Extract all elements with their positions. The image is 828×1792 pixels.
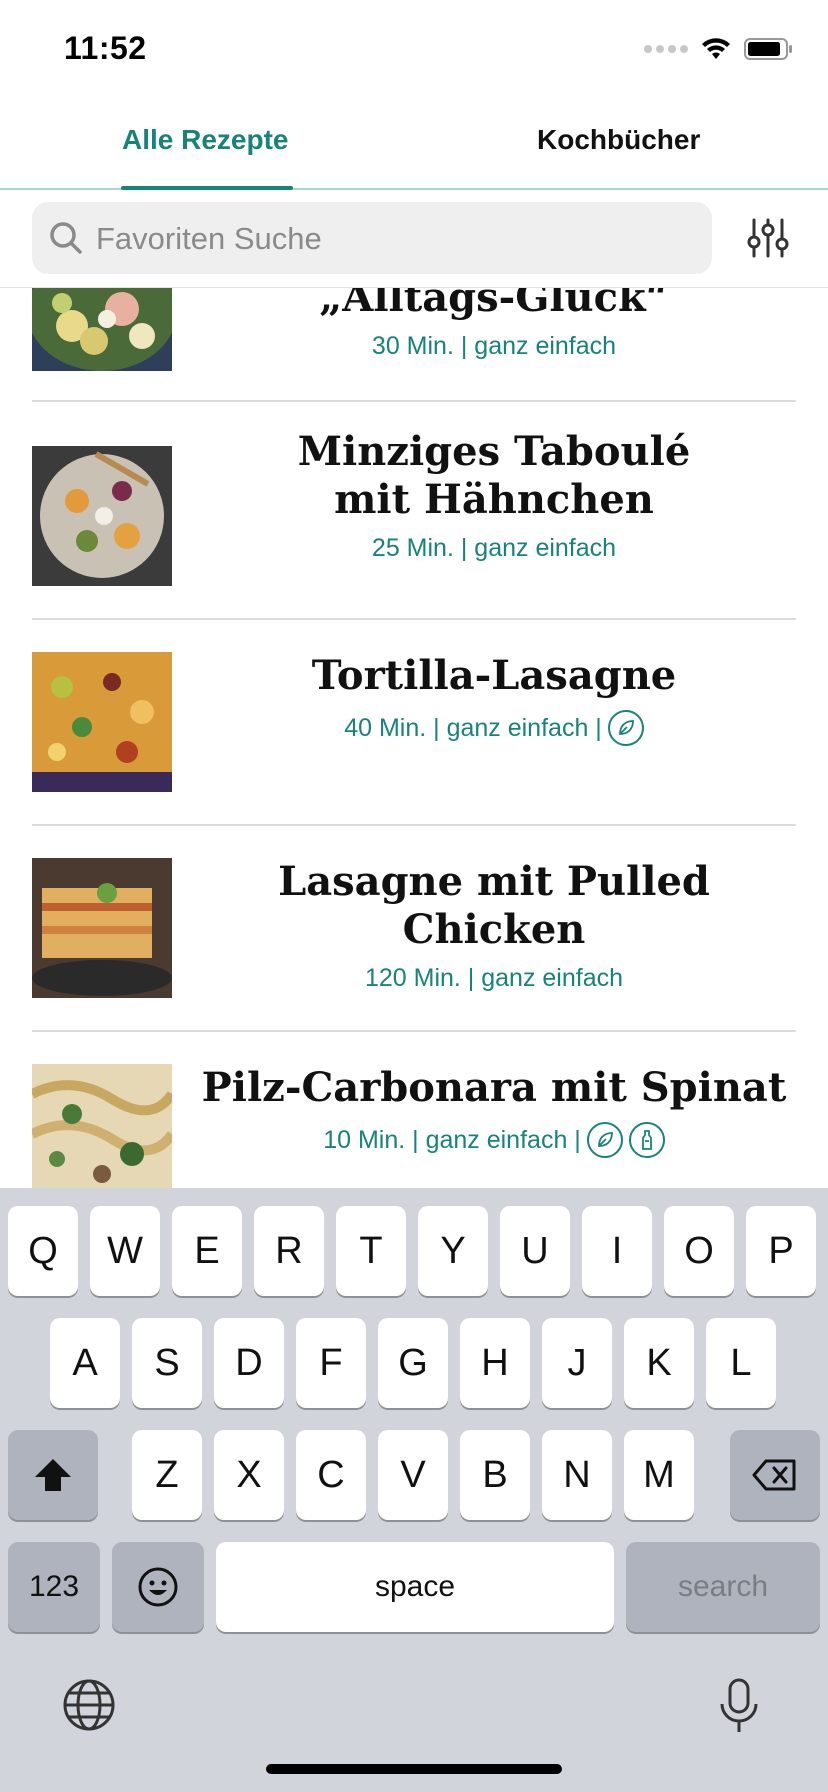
recipe-item[interactable]: Tortilla-Lasagne 40 Min. | ganz einfach … [32, 620, 796, 826]
recipe-meta-text: 10 Min. | ganz einfach | [323, 1125, 581, 1154]
space-key[interactable]: space [216, 1542, 614, 1632]
recipe-meta-text: 40 Min. | ganz einfach | [344, 713, 602, 742]
key-m[interactable]: M [624, 1430, 694, 1520]
recipe-image [32, 652, 172, 792]
key-r[interactable]: R [254, 1206, 324, 1296]
leaf-icon [586, 1122, 623, 1158]
battery-icon [744, 38, 792, 60]
key-i[interactable]: I [582, 1206, 652, 1296]
tab-bar: Alle Rezepte Kochbücher [0, 100, 828, 190]
recipe-item[interactable]: Minziges Taboulé mit Hähnchen 25 Min. | … [32, 414, 796, 620]
bottle-icon [628, 1122, 665, 1158]
key-p[interactable]: P [746, 1206, 816, 1296]
key-y[interactable]: Y [418, 1206, 488, 1296]
key-c[interactable]: C [296, 1430, 366, 1520]
key-b[interactable]: B [460, 1430, 530, 1520]
key-u[interactable]: U [500, 1206, 570, 1296]
recipe-meta: 30 Min. | ganz einfach [372, 332, 616, 361]
globe-icon[interactable] [62, 1678, 116, 1732]
recipe-meta: 10 Min. | ganz einfach | [323, 1122, 665, 1158]
key-e[interactable]: E [172, 1206, 242, 1296]
tab-all-recipes[interactable]: Alle Rezepte [122, 124, 289, 156]
leaf-icon [607, 710, 644, 746]
recipe-meta: 25 Min. | ganz einfach [372, 534, 616, 563]
home-indicator [266, 1764, 562, 1774]
recipe-item[interactable]: „Alltags-Glück“ 30 Min. | ganz einfach [32, 288, 796, 402]
status-bar: 11:52 [0, 0, 828, 100]
microphone-icon[interactable] [714, 1676, 764, 1736]
key-k[interactable]: K [624, 1318, 694, 1408]
search-row: Favoriten Suche [0, 190, 828, 288]
filter-icon[interactable] [744, 214, 792, 262]
search-placeholder: Favoriten Suche [96, 221, 322, 256]
status-indicators [644, 34, 794, 64]
recipe-meta: 120 Min. | ganz einfach [365, 964, 623, 993]
key-l[interactable]: L [706, 1318, 776, 1408]
recipe-title: „Alltags-Glück“ [319, 288, 669, 321]
emoji-key[interactable] [112, 1542, 204, 1632]
recipe-image [32, 288, 172, 371]
status-time: 11:52 [64, 30, 147, 66]
key-q[interactable]: Q [8, 1206, 78, 1296]
key-a[interactable]: A [50, 1318, 120, 1408]
recipe-title: Tortilla-Lasagne [311, 652, 677, 699]
keyboard: QWERTYUIOP ASDFGHJKL ZXCVBNM 123 space s… [0, 1188, 828, 1792]
search-input[interactable]: Favoriten Suche [32, 202, 712, 274]
key-n[interactable]: N [542, 1430, 612, 1520]
recipe-meta: 40 Min. | ganz einfach | [344, 710, 644, 746]
recipe-image [32, 1064, 172, 1188]
key-j[interactable]: J [542, 1318, 612, 1408]
recipe-item[interactable]: Pilz-Carbonara mit Spinat 10 Min. | ganz… [32, 1032, 796, 1188]
recipe-image [32, 858, 172, 998]
cellular-signal-icon [644, 45, 688, 53]
numbers-key[interactable]: 123 [8, 1542, 100, 1632]
key-o[interactable]: O [664, 1206, 734, 1296]
key-s[interactable]: S [132, 1318, 202, 1408]
tab-cookbooks[interactable]: Kochbücher [537, 124, 700, 156]
key-v[interactable]: V [378, 1430, 448, 1520]
key-d[interactable]: D [214, 1318, 284, 1408]
shift-key[interactable] [8, 1430, 98, 1520]
search-key[interactable]: search [626, 1542, 820, 1632]
recipe-title: Minziges Taboulé mit Hähnchen [297, 428, 691, 523]
recipe-meta-text: 25 Min. | ganz einfach [371, 534, 617, 562]
key-z[interactable]: Z [132, 1430, 202, 1520]
recipe-title: Lasagne mit Pulled Chicken [278, 858, 710, 953]
key-f[interactable]: F [296, 1318, 366, 1408]
recipe-item[interactable]: Lasagne mit Pulled Chicken 120 Min. | ga… [32, 826, 796, 1032]
recipe-meta-text: 120 Min. | ganz einfach [364, 964, 624, 992]
key-g[interactable]: G [378, 1318, 448, 1408]
key-h[interactable]: H [460, 1318, 530, 1408]
key-w[interactable]: W [90, 1206, 160, 1296]
recipe-meta-text: 30 Min. | ganz einfach [371, 332, 617, 360]
search-icon [50, 222, 82, 254]
key-x[interactable]: X [214, 1430, 284, 1520]
recipe-list[interactable]: „Alltags-Glück“ 30 Min. | ganz einfach M… [0, 288, 828, 1188]
key-t[interactable]: T [336, 1206, 406, 1296]
backspace-key[interactable] [730, 1430, 820, 1520]
recipe-image [32, 446, 172, 586]
recipe-title: Pilz-Carbonara mit Spinat [201, 1064, 787, 1111]
wifi-icon [702, 38, 730, 59]
